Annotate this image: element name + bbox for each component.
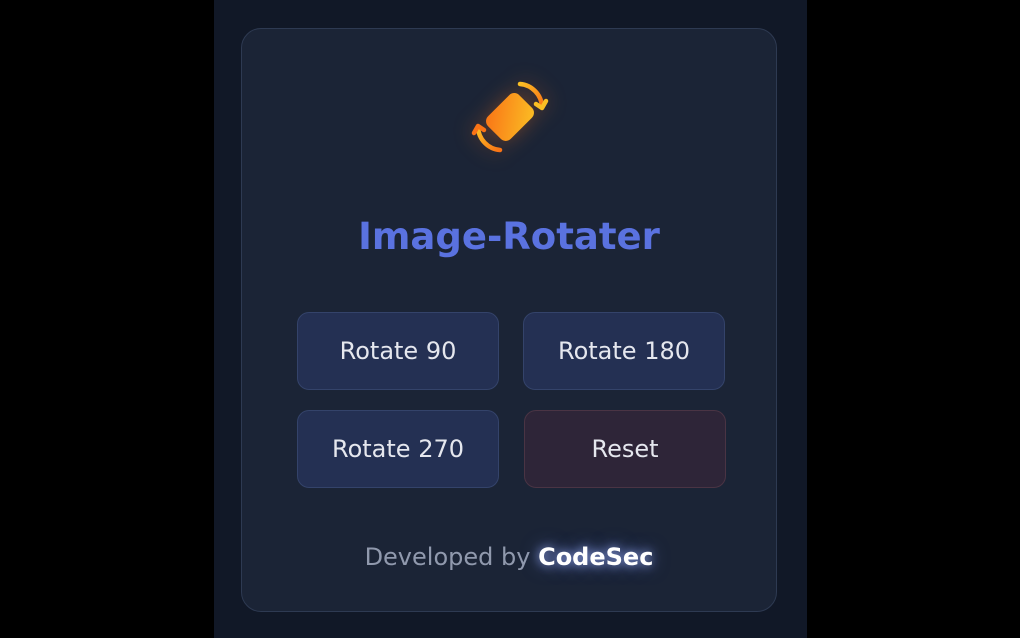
footer-prefix: Developed by bbox=[364, 543, 531, 571]
rotate-270-button[interactable]: Rotate 270 bbox=[297, 410, 499, 488]
footer-brand: CodeSec bbox=[538, 543, 654, 571]
app-title: Image-Rotater bbox=[358, 215, 660, 258]
app-viewport: Image-Rotater Rotate 90 Rotate 180 Rotat… bbox=[214, 0, 807, 638]
rotate-image-icon bbox=[470, 77, 550, 157]
rotate-90-button[interactable]: Rotate 90 bbox=[297, 312, 499, 390]
footer-credit: Developed by CodeSec bbox=[242, 537, 776, 577]
main-card: Image-Rotater Rotate 90 Rotate 180 Rotat… bbox=[241, 28, 777, 612]
reset-button[interactable]: Reset bbox=[524, 410, 726, 488]
rotate-180-button[interactable]: Rotate 180 bbox=[523, 312, 725, 390]
